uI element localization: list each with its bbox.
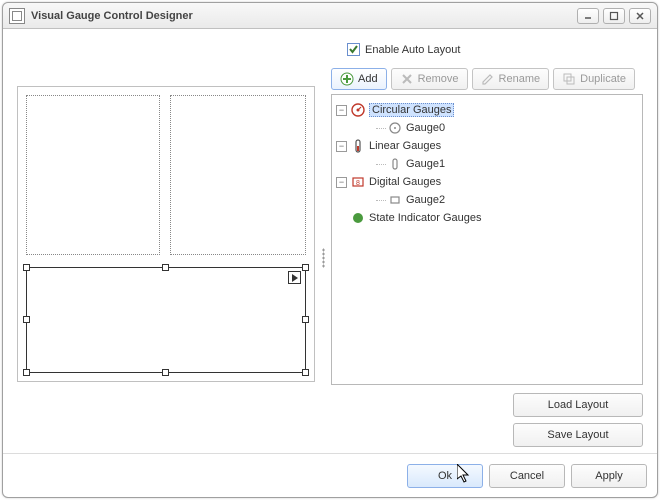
collapse-icon[interactable]: −: [336, 141, 347, 152]
collapse-icon[interactable]: −: [336, 105, 347, 116]
main-row: Add Remove Rename: [17, 68, 643, 447]
app-icon: [9, 8, 25, 24]
duplicate-icon: [562, 72, 576, 86]
apply-button[interactable]: Apply: [571, 464, 647, 488]
gauge-icon: [388, 157, 402, 171]
collapse-icon[interactable]: −: [336, 177, 347, 188]
resize-handle[interactable]: [162, 264, 169, 271]
add-button[interactable]: Add: [331, 68, 387, 90]
gauge-placeholder[interactable]: [170, 95, 306, 255]
titlebar[interactable]: Visual Gauge Control Designer: [3, 3, 657, 29]
resize-handle[interactable]: [23, 264, 30, 271]
tree-label: State Indicator Gauges: [369, 212, 482, 224]
rename-label: Rename: [499, 73, 541, 85]
load-layout-button[interactable]: Load Layout: [513, 393, 643, 417]
circular-gauge-icon: [351, 103, 365, 117]
tree-node-digital[interactable]: − 8 Digital Gauges: [336, 173, 638, 191]
remove-icon: [400, 72, 414, 86]
cancel-button[interactable]: Cancel: [489, 464, 565, 488]
tree-label: Gauge0: [406, 122, 445, 134]
gauge-icon: [388, 193, 402, 207]
tree-node-gauge2[interactable]: Gauge2: [336, 191, 638, 209]
gauge-tree[interactable]: − Circular Gauges Gauge0: [331, 94, 643, 385]
tree-node-state[interactable]: State Indicator Gauges: [336, 209, 638, 227]
tree-node-gauge1[interactable]: Gauge1: [336, 155, 638, 173]
auto-layout-label: Enable Auto Layout: [365, 44, 460, 56]
remove-button[interactable]: Remove: [391, 68, 468, 90]
duplicate-label: Duplicate: [580, 73, 626, 85]
ok-button[interactable]: Ok: [407, 464, 483, 488]
splitter-grip-icon: [322, 248, 325, 268]
tree-label: Gauge1: [406, 158, 445, 170]
tree-label: Linear Gauges: [369, 140, 441, 152]
splitter[interactable]: [315, 68, 331, 447]
gauge-icon: [388, 121, 402, 135]
resize-handle[interactable]: [302, 316, 309, 323]
tree-node-gauge0[interactable]: Gauge0: [336, 119, 638, 137]
dialog-window: Visual Gauge Control Designer Enable Aut…: [2, 2, 658, 498]
tree-node-circular[interactable]: − Circular Gauges: [336, 101, 638, 119]
rename-icon: [481, 72, 495, 86]
right-panel: Add Remove Rename: [331, 68, 643, 447]
maximize-button[interactable]: [603, 8, 625, 24]
duplicate-button[interactable]: Duplicate: [553, 68, 635, 90]
digital-gauge-icon: 8: [351, 175, 365, 189]
play-icon[interactable]: [288, 271, 301, 284]
resize-handle[interactable]: [23, 369, 30, 376]
toolbar: Add Remove Rename: [331, 68, 643, 90]
window-title: Visual Gauge Control Designer: [31, 10, 193, 22]
expand-spacer: [336, 213, 347, 224]
auto-layout-row: Enable Auto Layout: [347, 43, 643, 56]
resize-handle[interactable]: [302, 369, 309, 376]
state-indicator-icon: [351, 211, 365, 225]
auto-layout-checkbox[interactable]: [347, 43, 360, 56]
resize-handle[interactable]: [162, 369, 169, 376]
remove-label: Remove: [418, 73, 459, 85]
layout-buttons: Load Layout Save Layout: [331, 393, 643, 447]
add-label: Add: [358, 73, 378, 85]
close-button[interactable]: [629, 8, 651, 24]
content-area: Enable Auto Layout: [3, 29, 657, 453]
resize-handle[interactable]: [302, 264, 309, 271]
save-layout-button[interactable]: Save Layout: [513, 423, 643, 447]
tree-label: Gauge2: [406, 194, 445, 206]
gauge-placeholder[interactable]: [26, 95, 160, 255]
selected-gauge-box[interactable]: [26, 267, 306, 373]
linear-gauge-icon: [351, 139, 365, 153]
design-canvas[interactable]: [17, 86, 315, 382]
resize-handle[interactable]: [23, 316, 30, 323]
add-icon: [340, 72, 354, 86]
rename-button[interactable]: Rename: [472, 68, 550, 90]
minimize-button[interactable]: [577, 8, 599, 24]
dialog-footer: Ok Cancel Apply: [3, 453, 657, 497]
svg-text:8: 8: [356, 180, 360, 187]
tree-node-linear[interactable]: − Linear Gauges: [336, 137, 638, 155]
tree-label: Circular Gauges: [369, 103, 454, 117]
tree-label: Digital Gauges: [369, 176, 441, 188]
